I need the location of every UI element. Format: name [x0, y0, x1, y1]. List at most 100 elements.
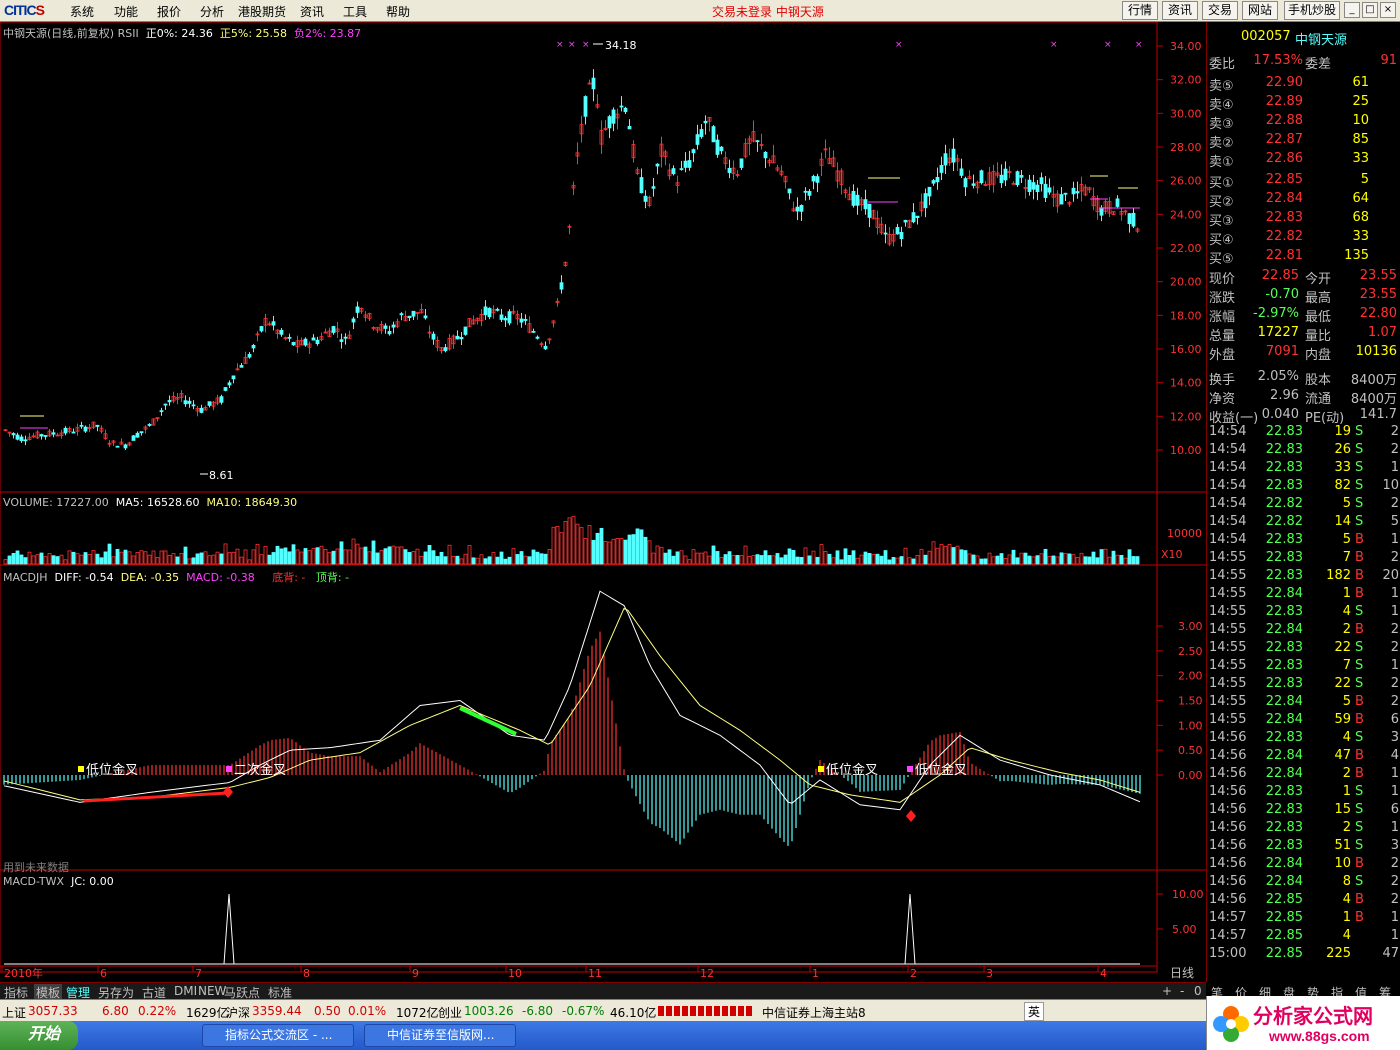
menu-help[interactable]: 帮助: [386, 3, 410, 20]
menu-hk-futures[interactable]: 港股期货: [238, 3, 286, 20]
start-button[interactable]: 开始: [0, 1021, 78, 1050]
volume-bar: [111, 556, 116, 565]
time-label: 2: [910, 967, 917, 980]
quote-button[interactable]: 行情: [1122, 1, 1158, 20]
volume-bar: [1043, 548, 1048, 565]
quote-cell: 22.83: [1265, 532, 1303, 547]
twx-tick-label: 10.00: [1172, 888, 1204, 901]
volume-bar: [455, 555, 460, 565]
signal-label: 低位金叉: [915, 762, 967, 778]
candle-body: [139, 431, 144, 434]
volume-bar: [247, 559, 252, 565]
taskbar-item-forum[interactable]: 指标公式交流区 - ...: [202, 1024, 354, 1047]
macd-tick-label: 1.00: [1178, 719, 1203, 732]
quote-cell: 22.83: [1265, 676, 1303, 691]
volume-bar: [643, 536, 648, 565]
price-tick-label: 12.00: [1170, 410, 1202, 423]
quote-cell: 卖③: [1209, 117, 1234, 132]
volume-bar: [443, 556, 448, 565]
tab-dmi[interactable]: DMI: [174, 984, 197, 998]
quote-cell: 225: [1326, 946, 1351, 961]
trade-button[interactable]: 交易: [1202, 1, 1238, 20]
quote-cell: 22.84: [1265, 622, 1303, 637]
zoom-in-button[interactable]: +: [1162, 984, 1172, 998]
quote-cell: 1: [1390, 910, 1399, 925]
quote-cell: 14:55: [1209, 712, 1247, 727]
candle-body: [191, 404, 196, 407]
quote-cell: 22.84: [1265, 712, 1303, 727]
volume-bar: [339, 541, 344, 565]
candle-body: [247, 354, 252, 358]
news-button[interactable]: 资讯: [1162, 1, 1198, 20]
quote-cell: 82: [1334, 478, 1351, 493]
volume-bar: [303, 548, 308, 565]
menu-quote[interactable]: 报价: [157, 3, 181, 20]
maximize-icon[interactable]: □: [1362, 2, 1378, 18]
volume-bar: [459, 558, 464, 565]
volume-bar: [1087, 556, 1092, 565]
volume-bar: [251, 549, 256, 565]
candle-body: [935, 177, 940, 183]
volume-bar: [519, 551, 524, 565]
taskbar-item-citics[interactable]: 中信证券至信版网...: [364, 1024, 516, 1047]
quote-cell: 14:55: [1209, 640, 1247, 655]
volume-bar: [351, 538, 356, 565]
mobile-trade-button[interactable]: 手机炒股: [1284, 1, 1340, 20]
volume-bar: [775, 553, 780, 565]
zoom-reset-button[interactable]: 0: [1194, 984, 1202, 998]
price-tick-label: 34.00: [1170, 40, 1202, 53]
volume-bar: [3, 559, 8, 565]
candle-body: [487, 307, 492, 318]
website-button[interactable]: 网站: [1242, 1, 1278, 20]
top-marker: ×: [895, 40, 903, 50]
volume-bar: [715, 551, 720, 565]
menu-news[interactable]: 资讯: [300, 3, 324, 20]
menu-function[interactable]: 功能: [114, 3, 138, 20]
sz-amount: 1072亿: [396, 1006, 439, 1020]
price-tick-label: 14.00: [1170, 377, 1202, 390]
stat-row: 外盘 7091 内盘 10136: [1207, 343, 1400, 363]
quote-cell: 59: [1334, 712, 1351, 727]
volume-bar: [927, 550, 932, 565]
volume-bar: [319, 545, 324, 565]
volume-bar: [103, 551, 108, 565]
quote-cell: 47: [1334, 748, 1351, 763]
quote-panel: 002057 中钢天源 委比 17.53% 委差 91 卖⑤ 22.90 61 卖④ 22.89 25…: [1206, 22, 1400, 1000]
candle-body: [231, 375, 236, 380]
candle-body: [303, 338, 308, 346]
tab-new[interactable]: NEW: [198, 984, 226, 998]
quote-cell: 1: [1390, 658, 1399, 673]
minimize-icon[interactable]: _: [1344, 2, 1360, 18]
quote-cell: 22.83: [1265, 802, 1303, 817]
volume-bar: [415, 548, 420, 565]
candle-body: [279, 329, 284, 335]
candle-body: [1059, 194, 1064, 205]
menu-analysis[interactable]: 分析: [200, 3, 224, 20]
quote-cell: 今开: [1305, 272, 1332, 287]
ime-indicator[interactable]: 英: [1024, 1002, 1045, 1021]
candle-body: [167, 400, 172, 403]
volume-bar: [595, 532, 600, 565]
volume-bar: [503, 558, 508, 565]
quote-cell: 17.53%: [1253, 53, 1303, 68]
volume-axis-label: 10000: [1167, 527, 1202, 540]
candle-body: [463, 326, 468, 335]
quote-cell: S: [1355, 676, 1364, 691]
zoom-out-button[interactable]: -: [1180, 984, 1184, 998]
quote-cell: 委比: [1209, 57, 1236, 72]
quote-cell: 14:54: [1209, 514, 1247, 529]
volume-bar: [91, 550, 96, 565]
menu-system[interactable]: 系统: [70, 3, 94, 20]
volume-bar: [523, 555, 528, 565]
volume-bar: [903, 547, 908, 565]
chart-area[interactable]: 34.00 32.00 30.00 28.00 26.00 24.00 22.00 20.00…: [0, 22, 1206, 982]
candle-body: [727, 167, 732, 173]
candle-body: [911, 212, 916, 223]
tick-row: 14:55 22.83 22 S 2: [1207, 639, 1400, 657]
quote-cell: 14:55: [1209, 550, 1247, 565]
sh-change: 6.80: [102, 1004, 129, 1018]
volume-bar: [1023, 552, 1028, 565]
site-url[interactable]: www.88gs.com: [1269, 1028, 1370, 1044]
close-icon[interactable]: ×: [1380, 2, 1396, 18]
menu-tools[interactable]: 工具: [343, 3, 367, 20]
